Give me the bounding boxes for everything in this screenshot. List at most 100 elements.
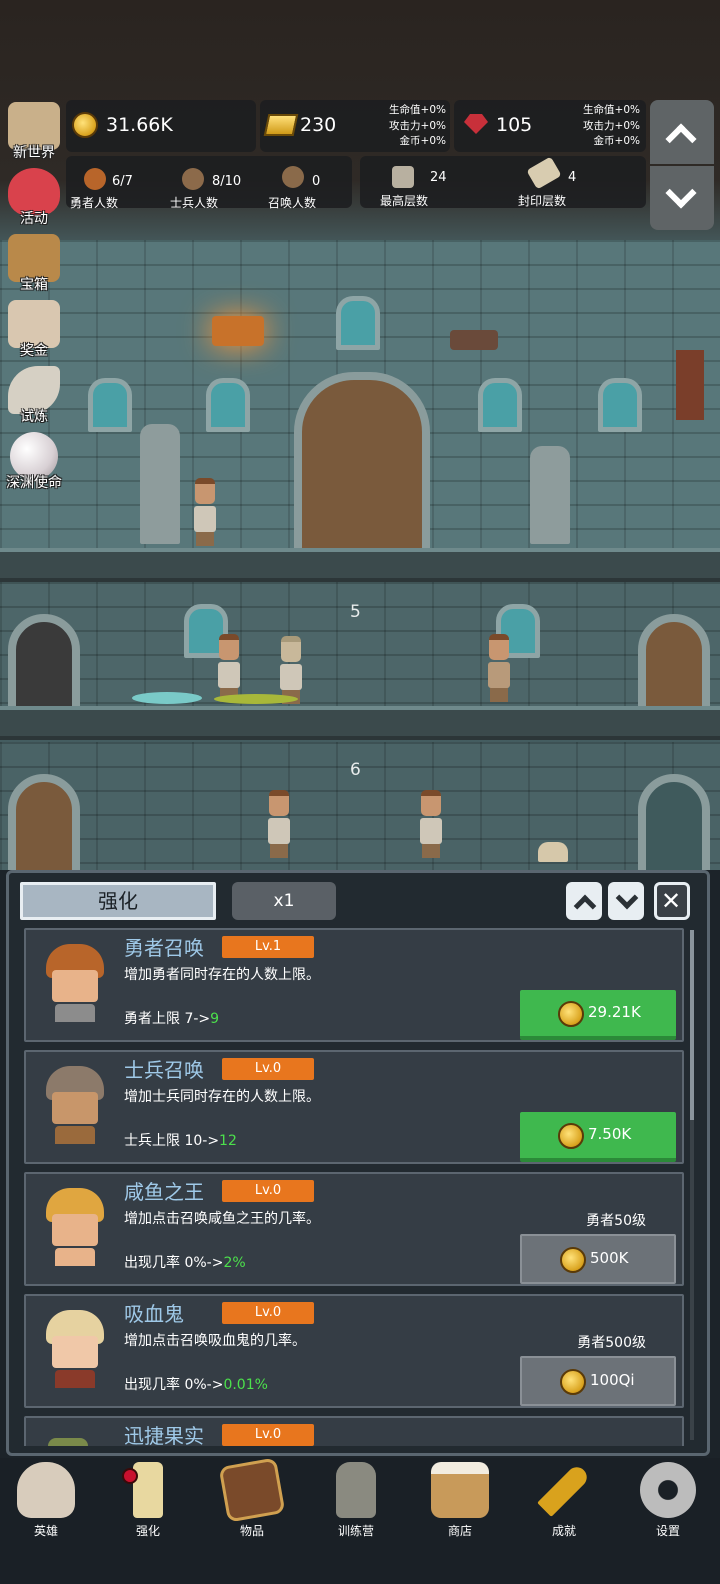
summon-count-label: 召唤人数 <box>268 196 317 210</box>
bonus-hp: 生命值+0% <box>583 104 640 116</box>
nav-items[interactable]: 物品 <box>212 1457 292 1546</box>
gem-value: 105 <box>496 114 533 136</box>
buy-button[interactable]: 500K <box>520 1234 676 1284</box>
hero-character[interactable] <box>266 790 292 858</box>
great-door[interactable] <box>294 372 430 558</box>
tab-enhance[interactable]: 强化 <box>20 882 216 920</box>
bonus-gold: 金币+0% <box>399 135 446 147</box>
nav-achievements[interactable]: 成就 <box>524 1462 604 1546</box>
floor-door[interactable] <box>8 614 80 720</box>
nav-label: 强化 <box>135 1524 160 1538</box>
bonus-gold: 金币+0% <box>593 135 640 147</box>
hero-character[interactable] <box>486 634 512 702</box>
hero-character[interactable] <box>418 790 444 858</box>
gold-coin-icon <box>72 112 98 138</box>
hero-count: 6/7 <box>112 174 133 189</box>
nav-shop[interactable]: 商店 <box>420 1462 500 1546</box>
buy-button[interactable]: 100Qi <box>520 1356 676 1406</box>
nav-label: 英雄 <box>33 1524 58 1538</box>
scrollbar-thumb[interactable] <box>690 930 694 1120</box>
nav-label: 物品 <box>239 1524 264 1538</box>
slime-puddle <box>214 694 298 704</box>
chevron-up-icon <box>665 123 697 155</box>
floor-number: 5 <box>350 602 361 622</box>
floor-up-button[interactable] <box>650 100 714 164</box>
hero-icon <box>84 168 106 190</box>
close-icon: ✕ <box>661 887 682 915</box>
spellbook-icon <box>218 1457 286 1523</box>
upgrade-card: 咸鱼之王 Lv.0 增加点击召唤咸鱼之王的几率。 出现几率 0%->2% 勇者5… <box>24 1172 684 1286</box>
knight-statue <box>140 424 180 544</box>
hero-avatar <box>40 944 110 1028</box>
side-menu-bonus[interactable]: 奖金 <box>4 300 64 360</box>
bonus-hp: 生命值+0% <box>389 104 446 116</box>
gear-icon <box>640 1462 696 1518</box>
ingot-bonus: 生命值+0% 攻击力+0% 金币+0% <box>370 103 446 150</box>
stat-new-value: 2% <box>223 1255 246 1271</box>
floor-door[interactable] <box>8 774 80 870</box>
bonus-attack: 攻击力+0% <box>389 119 446 132</box>
beer-mug-icon <box>431 1462 489 1518</box>
multiplier-button[interactable]: x1 <box>232 882 336 920</box>
banner <box>676 350 704 420</box>
price-label: 500K <box>590 1249 629 1267</box>
knight-statue <box>530 446 570 544</box>
soldier-avatar <box>40 1066 110 1150</box>
notification-dot <box>122 1468 138 1484</box>
avatar-hair <box>48 1438 88 1446</box>
gold-coin-icon <box>560 1369 586 1395</box>
upgrade-title: 吸血鬼 <box>124 1302 184 1326</box>
floor-door[interactable] <box>638 614 710 720</box>
chandelier <box>450 330 498 350</box>
castle-window <box>336 296 380 350</box>
gold-coin-icon <box>560 1247 586 1273</box>
upgrade-stat: 勇者上限 7->9 <box>124 1011 220 1027</box>
nav-enhance[interactable]: 强化 <box>108 1462 188 1546</box>
buy-button[interactable]: 7.50K <box>520 1112 676 1162</box>
hero-count-label: 勇者人数 <box>70 196 119 210</box>
side-menu-event[interactable]: 活动 <box>4 168 64 228</box>
gold-coin-icon <box>558 1001 584 1027</box>
side-menu-new-world[interactable]: 新世界 <box>4 102 64 162</box>
buy-button[interactable]: 29.21K <box>520 990 676 1040</box>
castle-window <box>478 378 522 432</box>
upgrade-title: 勇者召唤 <box>124 936 204 960</box>
panel-up-button[interactable] <box>566 882 602 920</box>
requirement-label: 勇者50级 <box>586 1213 646 1229</box>
gem-bonus: 生命值+0% 攻击力+0% 金币+0% <box>564 103 640 150</box>
side-menu-chest[interactable]: 宝箱 <box>4 234 64 294</box>
level-badge: Lv.0 <box>222 1302 314 1324</box>
stat-new-value: 12 <box>219 1133 237 1149</box>
nav-settings[interactable]: 设置 <box>628 1462 708 1546</box>
nav-label: 训练营 <box>337 1524 374 1538</box>
side-menu-label: 新世界 <box>13 145 55 161</box>
price-label: 100Qi <box>590 1371 635 1389</box>
upgrade-stat: 出现几率 0%->0.01% <box>124 1377 268 1393</box>
sealed-floor-label: 封印层数 <box>518 194 567 208</box>
candle-icon <box>133 1462 163 1518</box>
hall-floor <box>0 548 720 582</box>
nav-label: 设置 <box>655 1524 680 1538</box>
nav-training[interactable]: 训练营 <box>316 1462 396 1546</box>
chevron-down-icon <box>615 886 639 910</box>
floor-number: 6 <box>350 760 361 780</box>
side-menu-trial[interactable]: 试炼 <box>4 366 64 426</box>
skull-icon <box>17 1462 75 1518</box>
vampire-avatar <box>40 1310 110 1394</box>
sealed-floor-value: 4 <box>568 170 577 185</box>
panel-down-button[interactable] <box>608 882 644 920</box>
upgrade-description: 增加士兵同时存在的人数上限。 <box>124 1089 320 1105</box>
stat-new-value: 0.01% <box>223 1377 268 1393</box>
floor-door[interactable] <box>638 774 710 870</box>
soldier-character[interactable] <box>278 636 304 704</box>
upgrade-description: 增加点击召唤咸鱼之王的几率。 <box>124 1211 320 1227</box>
side-menu-label: 奖金 <box>20 343 48 359</box>
nav-heroes[interactable]: 英雄 <box>6 1462 86 1546</box>
close-button[interactable]: ✕ <box>654 882 690 920</box>
gold-coin-icon <box>558 1123 584 1149</box>
hero-character[interactable] <box>192 478 218 546</box>
upgrade-title: 咸鱼之王 <box>124 1180 204 1204</box>
hero-character[interactable] <box>216 634 242 702</box>
side-menu-abyss[interactable]: 深渊使命 <box>4 432 64 492</box>
floor-down-button[interactable] <box>650 166 714 230</box>
